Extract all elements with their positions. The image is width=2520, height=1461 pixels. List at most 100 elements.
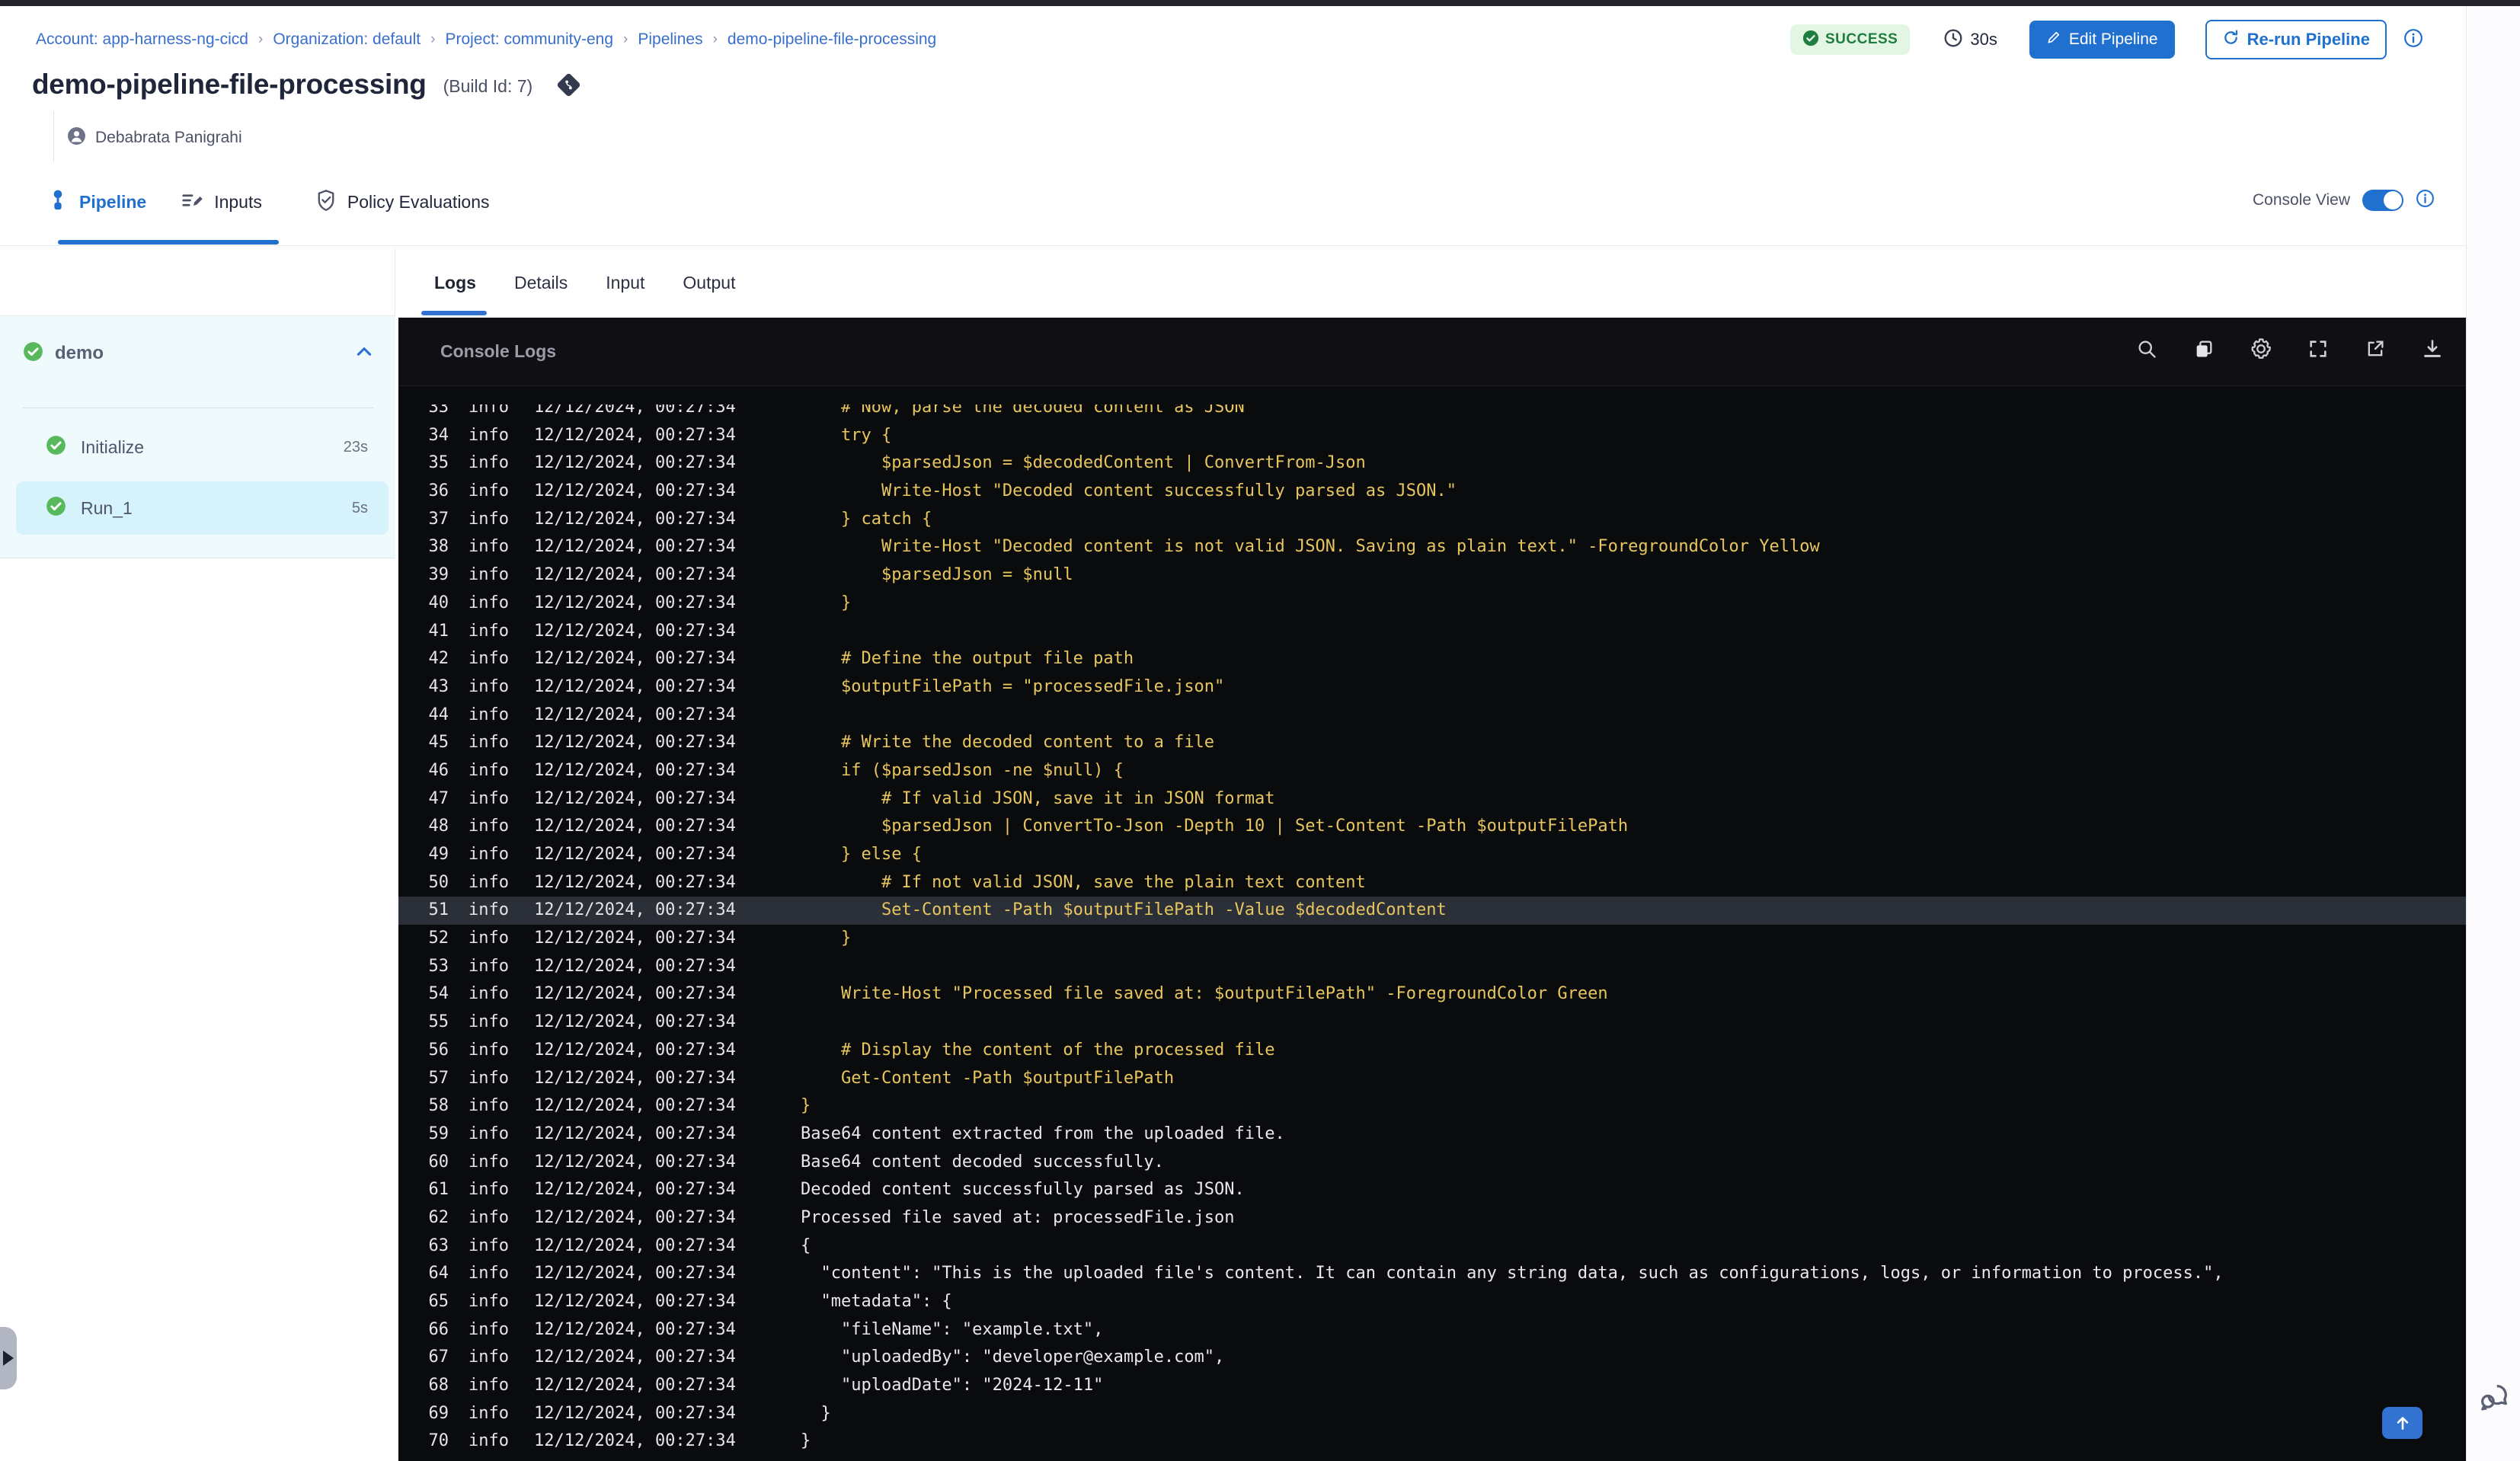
log-message: Write-Host "Decoded content is not valid… [801,537,1820,557]
log-timestamp: 12/12/2024, 00:27:34 [534,621,736,641]
tab-policy-evaluations[interactable]: Policy Evaluations [315,189,490,216]
scroll-to-top-button[interactable] [2382,1407,2422,1439]
log-timestamp: 12/12/2024, 00:27:34 [534,481,736,501]
scm-diamond-icon [556,72,581,98]
console-view-info-icon[interactable] [2416,189,2435,212]
console-title: Console Logs [440,341,557,361]
log-line-52[interactable]: 52 info 12/12/2024, 00:27:34 } [398,925,2466,953]
help-chat-icon[interactable] [2476,1380,2511,1419]
log-line-36[interactable]: 36 info 12/12/2024, 00:27:34 Write-Host "D… [398,478,2466,506]
log-line-65[interactable]: 65 info 12/12/2024, 00:27:34 "metadata": { [398,1288,2466,1316]
search-icon[interactable] [2135,337,2158,360]
step-run-1[interactable]: Run_1 5s [16,481,389,535]
tab-details[interactable]: Details [514,273,568,293]
log-line-64[interactable]: 64 info 12/12/2024, 00:27:34 "content": "T… [398,1260,2466,1288]
console-view-toggle[interactable] [2362,190,2404,211]
edit-pipeline-button[interactable]: Edit Pipeline [2029,21,2175,59]
log-line-70[interactable]: 70 info 12/12/2024, 00:27:34} [398,1427,2466,1456]
copy-icon[interactable] [2192,337,2215,360]
log-line-38[interactable]: 38 info 12/12/2024, 00:27:34 Write-Host "D… [398,533,2466,561]
log-line-49[interactable]: 49 info 12/12/2024, 00:27:34 } else { [398,841,2466,869]
log-tabs: Logs Details Input Output [434,273,735,293]
log-level: info [469,537,509,557]
log-line-47[interactable]: 47 info 12/12/2024, 00:27:34 # If valid JS… [398,785,2466,814]
download-icon[interactable] [2421,337,2444,360]
log-line-44[interactable]: 44 info 12/12/2024, 00:27:34 [398,702,2466,730]
log-line-53[interactable]: 53 info 12/12/2024, 00:27:34 [398,953,2466,981]
log-line-43[interactable]: 43 info 12/12/2024, 00:27:34 $outputFilePa… [398,673,2466,702]
title-row: demo-pipeline-file-processing (Build Id:… [32,69,581,101]
settings-gear-icon[interactable] [2250,337,2272,360]
breadcrumb: Account: app-harness-ng-cicd › Organizatio… [36,30,936,49]
log-message: $parsedJson = $null [801,565,1073,585]
log-timestamp: 12/12/2024, 00:27:34 [534,404,736,417]
log-line-51[interactable]: 51 info 12/12/2024, 00:27:34 Set-Content -… [398,897,2466,926]
log-line-39[interactable]: 39 info 12/12/2024, 00:27:34 $parsedJson =… [398,561,2466,590]
stage-demo[interactable]: demo [0,328,395,379]
log-line-60[interactable]: 60 info 12/12/2024, 00:27:34 Base64 content… [398,1149,2466,1177]
breadcrumb-item[interactable]: Project: community-eng [445,30,613,49]
log-line-45[interactable]: 45 info 12/12/2024, 00:27:34 # Write the d… [398,729,2466,757]
step-initialize[interactable]: Initialize 23s [16,420,389,474]
log-line-59[interactable]: 59 info 12/12/2024, 00:27:34 Base64 content… [398,1121,2466,1149]
expand-panel-handle[interactable] [0,1327,17,1389]
log-line-63[interactable]: 63 info 12/12/2024, 00:27:34 { [398,1232,2466,1261]
log-line-58[interactable]: 58 info 12/12/2024, 00:27:34} [398,1092,2466,1121]
log-line-number: 47 [428,788,449,808]
log-line-33[interactable]: 33 info 12/12/2024, 00:27:34 # Now, parse … [398,404,2466,422]
log-timestamp: 12/12/2024, 00:27:34 [534,872,736,892]
log-line-57[interactable]: 57 info 12/12/2024, 00:27:34 Get-Content -… [398,1065,2466,1093]
log-line-56[interactable]: 56 info 12/12/2024, 00:27:34 # Display the… [398,1037,2466,1065]
log-line-35[interactable]: 35 info 12/12/2024, 00:27:34 $parsedJson =… [398,449,2466,478]
chevron-up-icon[interactable] [354,342,374,366]
log-timestamp: 12/12/2024, 00:27:34 [534,537,736,557]
log-line-34[interactable]: 34 info 12/12/2024, 00:27:34 try { [398,422,2466,450]
stages-panel: demo Initialize 23s Run_1 5s [0,316,395,558]
tab-logs[interactable]: Logs [434,273,476,293]
rerun-pipeline-button[interactable]: Re-run Pipeline [2205,20,2387,59]
log-timestamp: 12/12/2024, 00:27:34 [534,1403,736,1423]
log-line-50[interactable]: 50 info 12/12/2024, 00:27:34 # If not vali… [398,869,2466,897]
tab-pipeline[interactable]: Pipeline [47,189,146,216]
log-timestamp: 12/12/2024, 00:27:34 [534,1180,736,1200]
breadcrumb-item[interactable]: demo-pipeline-file-processing [728,30,936,49]
breadcrumb-item[interactable]: Account: app-harness-ng-cicd [36,30,248,49]
breadcrumb-item[interactable]: Organization: default [273,30,421,49]
log-level: info [469,1068,509,1088]
log-line-68[interactable]: 68 info 12/12/2024, 00:27:34 "uploadDate":… [398,1372,2466,1400]
log-line-69[interactable]: 69 info 12/12/2024, 00:27:34 } [398,1400,2466,1428]
log-line-67[interactable]: 67 info 12/12/2024, 00:27:34 "uploadedBy":… [398,1344,2466,1372]
log-line-66[interactable]: 66 info 12/12/2024, 00:27:34 "fileName": "… [398,1316,2466,1344]
window-top-strip [0,0,2520,6]
open-in-new-icon[interactable] [2364,337,2387,360]
log-line-48[interactable]: 48 info 12/12/2024, 00:27:34 $parsedJson |… [398,813,2466,841]
log-level: info [469,1012,509,1032]
log-line-number: 57 [428,1068,449,1088]
log-line-62[interactable]: 62 info 12/12/2024, 00:27:34 Processed file… [398,1204,2466,1232]
log-line-37[interactable]: 37 info 12/12/2024, 00:27:34 } catch { [398,506,2466,534]
log-line-number: 64 [428,1264,449,1284]
log-line-61[interactable]: 61 info 12/12/2024, 00:27:34 Decoded conten… [398,1176,2466,1204]
log-timestamp: 12/12/2024, 00:27:34 [534,1319,736,1339]
log-line-55[interactable]: 55 info 12/12/2024, 00:27:34 [398,1009,2466,1037]
log-line-54[interactable]: 54 info 12/12/2024, 00:27:34 Write-Host "P… [398,980,2466,1009]
log-line-40[interactable]: 40 info 12/12/2024, 00:27:34 } [398,590,2466,618]
log-line-number: 62 [428,1207,449,1227]
log-line-41[interactable]: 41 info 12/12/2024, 00:27:34 [398,618,2466,646]
fullscreen-icon[interactable] [2307,337,2330,360]
pipeline-execution-page: Account: app-harness-ng-cicd › Organizatio… [0,0,2520,1461]
log-line-46[interactable]: 46 info 12/12/2024, 00:27:34 if ($parsedJs… [398,757,2466,785]
tab-input[interactable]: Input [606,273,644,293]
tab-output[interactable]: Output [683,273,735,293]
rerun-info-icon[interactable] [2403,28,2423,52]
log-viewport[interactable]: 33 info 12/12/2024, 00:27:34 # Now, parse … [398,404,2466,1461]
console-view-label: Console View [2253,191,2351,209]
log-timestamp: 12/12/2024, 00:27:34 [534,1012,736,1032]
log-line-42[interactable]: 42 info 12/12/2024, 00:27:34 # Define the … [398,645,2466,673]
log-level: info [469,1236,509,1255]
tab-inputs[interactable]: Inputs [181,189,262,216]
log-timestamp: 12/12/2024, 00:27:34 [534,1292,736,1311]
log-level: info [469,1124,509,1143]
breadcrumb-item[interactable]: Pipelines [638,30,702,49]
active-log-tab-underline [421,311,487,315]
